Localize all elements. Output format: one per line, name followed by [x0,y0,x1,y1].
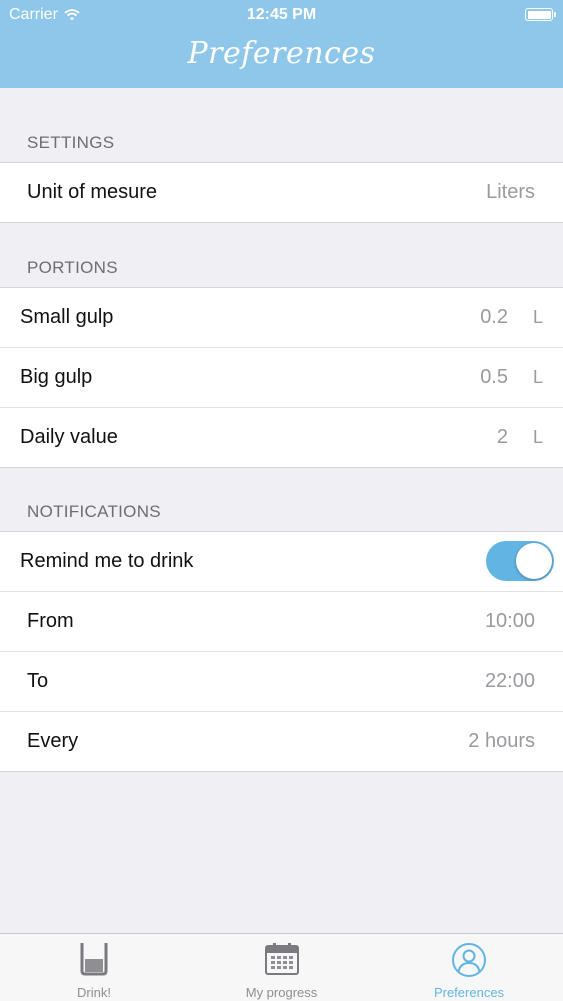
toggle-knob [516,543,552,579]
settings-group: Unit of mesure Liters [0,162,563,223]
from-label: From [27,610,74,632]
glass-icon [80,943,108,976]
daily-value-value[interactable]: 2 [497,426,508,449]
daily-value-row[interactable]: Daily value 2 L [0,408,563,467]
nav-header: Carrier 12:45 PM Preferences [0,0,563,88]
unit-of-measure-row[interactable]: Unit of mesure Liters [0,163,563,222]
remind-label: Remind me to drink [20,550,194,572]
portions-group: Small gulp 0.2 L Big gulp 0.5 L Daily va… [0,287,563,468]
to-value: 22:00 [484,670,535,692]
daily-value-unit: L [532,427,543,447]
settings-section-header: SETTINGS [27,133,115,152]
tab-bar: Drink! My progress Preferences [0,933,563,1001]
every-row[interactable]: Every 2 hours [0,712,563,771]
unit-of-measure-value: Liters [486,181,535,203]
small-gulp-row[interactable]: Small gulp 0.2 L [0,288,563,348]
big-gulp-label: Big gulp [20,366,93,388]
status-bar: Carrier 12:45 PM [0,0,563,30]
remind-toggle[interactable] [486,541,554,581]
notifications-group: Remind me to drink From 10:00 To 22:00 E… [0,531,563,772]
page-title: Preferences [187,36,376,71]
calendar-icon [264,943,299,975]
big-gulp-value[interactable]: 0.5 [480,366,508,389]
tab-drink-label: Drink! [77,985,111,1000]
unit-of-measure-label: Unit of mesure [27,181,158,203]
portions-section-header: PORTIONS [27,258,118,277]
tab-drink[interactable]: Drink! [0,934,188,1001]
to-label: To [27,670,49,692]
notifications-section-header: NOTIFICATIONS [27,502,161,521]
tab-preferences-label: Preferences [433,985,505,1000]
user-icon [452,943,486,977]
small-gulp-unit: L [532,307,543,327]
remind-row: Remind me to drink [0,532,563,592]
big-gulp-unit: L [532,367,543,387]
big-gulp-row[interactable]: Big gulp 0.5 L [0,348,563,408]
tab-preferences[interactable]: Preferences [375,934,563,1001]
to-row[interactable]: To 22:00 [0,652,563,712]
daily-value-label: Daily value [20,426,118,448]
every-value: 2 hours [468,730,535,752]
tab-my-progress[interactable]: My progress [188,934,375,1001]
small-gulp-label: Small gulp [20,306,114,328]
from-value: 10:00 [484,610,535,632]
from-row[interactable]: From 10:00 [0,592,563,652]
every-label: Every [27,730,79,752]
small-gulp-value[interactable]: 0.2 [480,306,508,329]
battery-icon [525,8,556,21]
tab-my-progress-label: My progress [245,985,318,1000]
status-time: 12:45 PM [246,6,317,23]
